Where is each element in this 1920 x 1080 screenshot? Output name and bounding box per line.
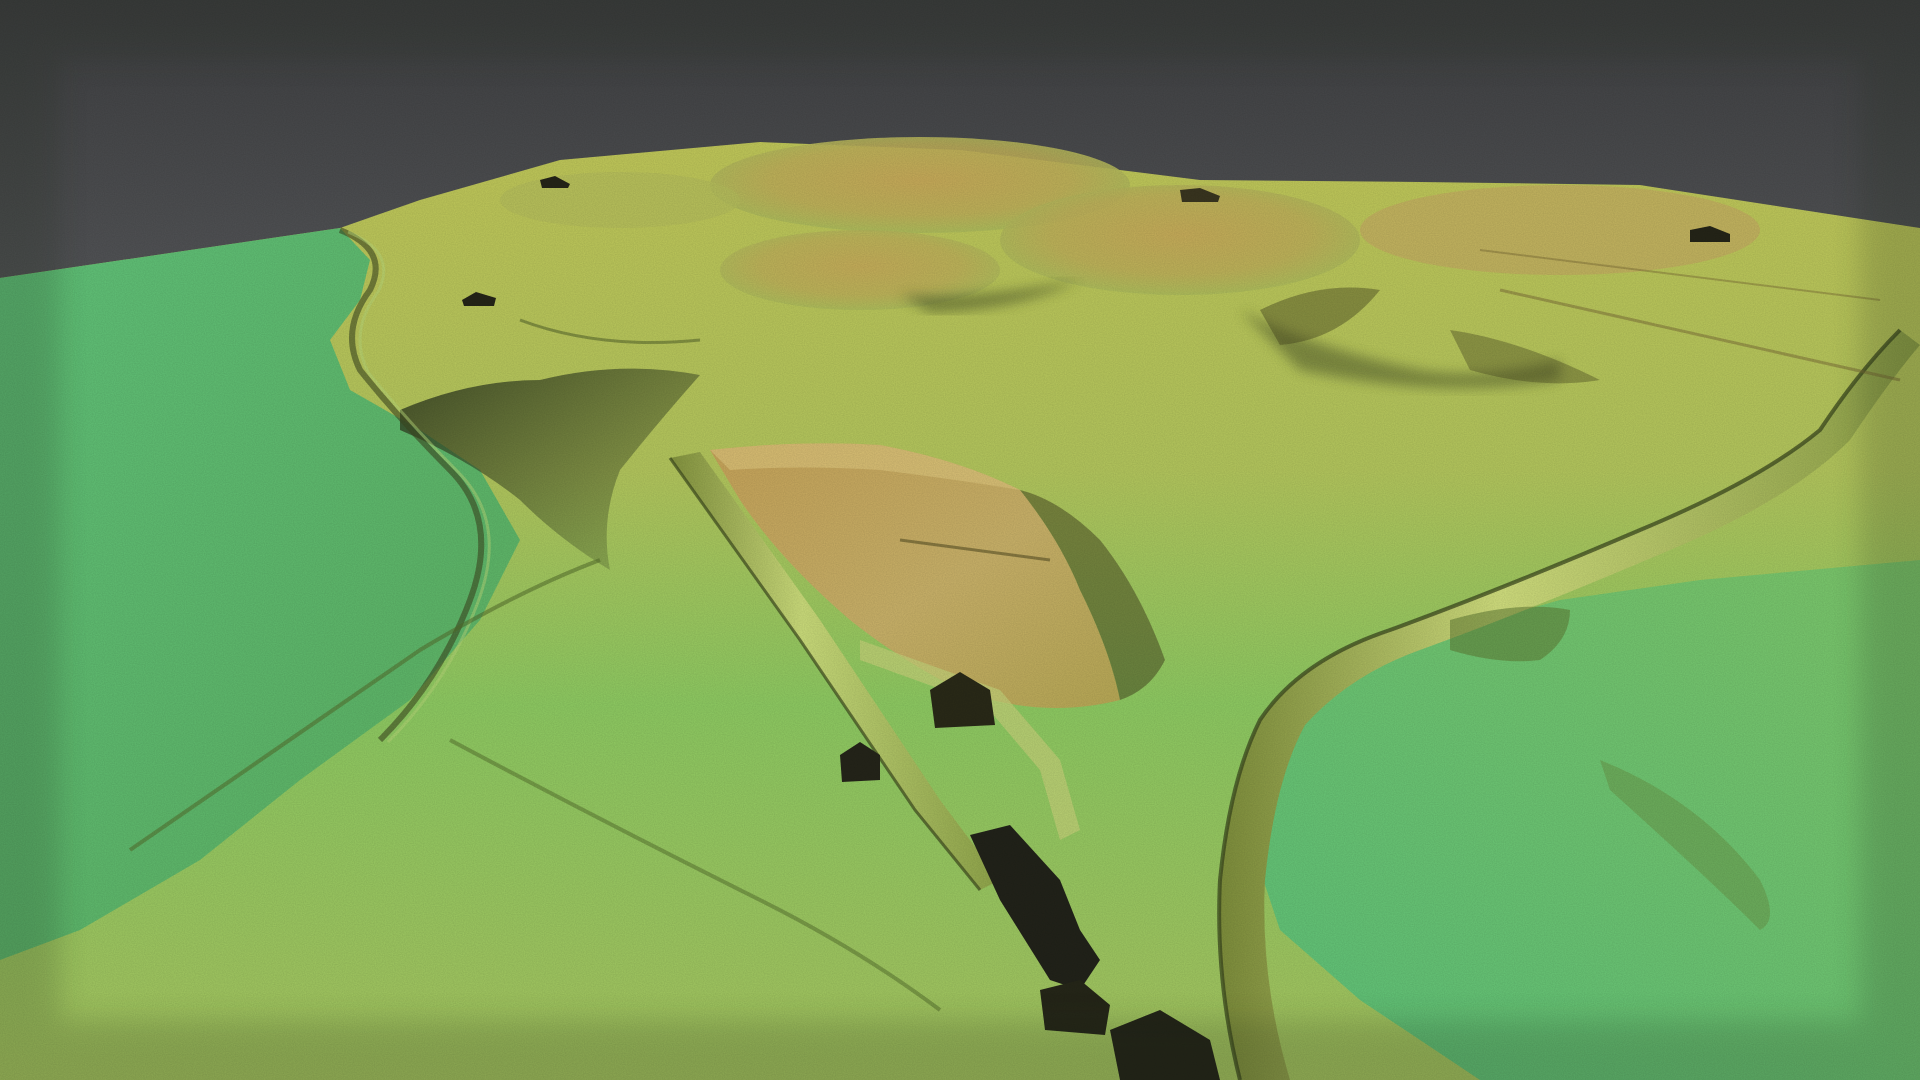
terrain-texture	[0, 0, 1920, 1080]
3d-terrain-viewer[interactable]	[0, 0, 1920, 1080]
lidar-terrain-scene[interactable]	[0, 0, 1920, 1080]
